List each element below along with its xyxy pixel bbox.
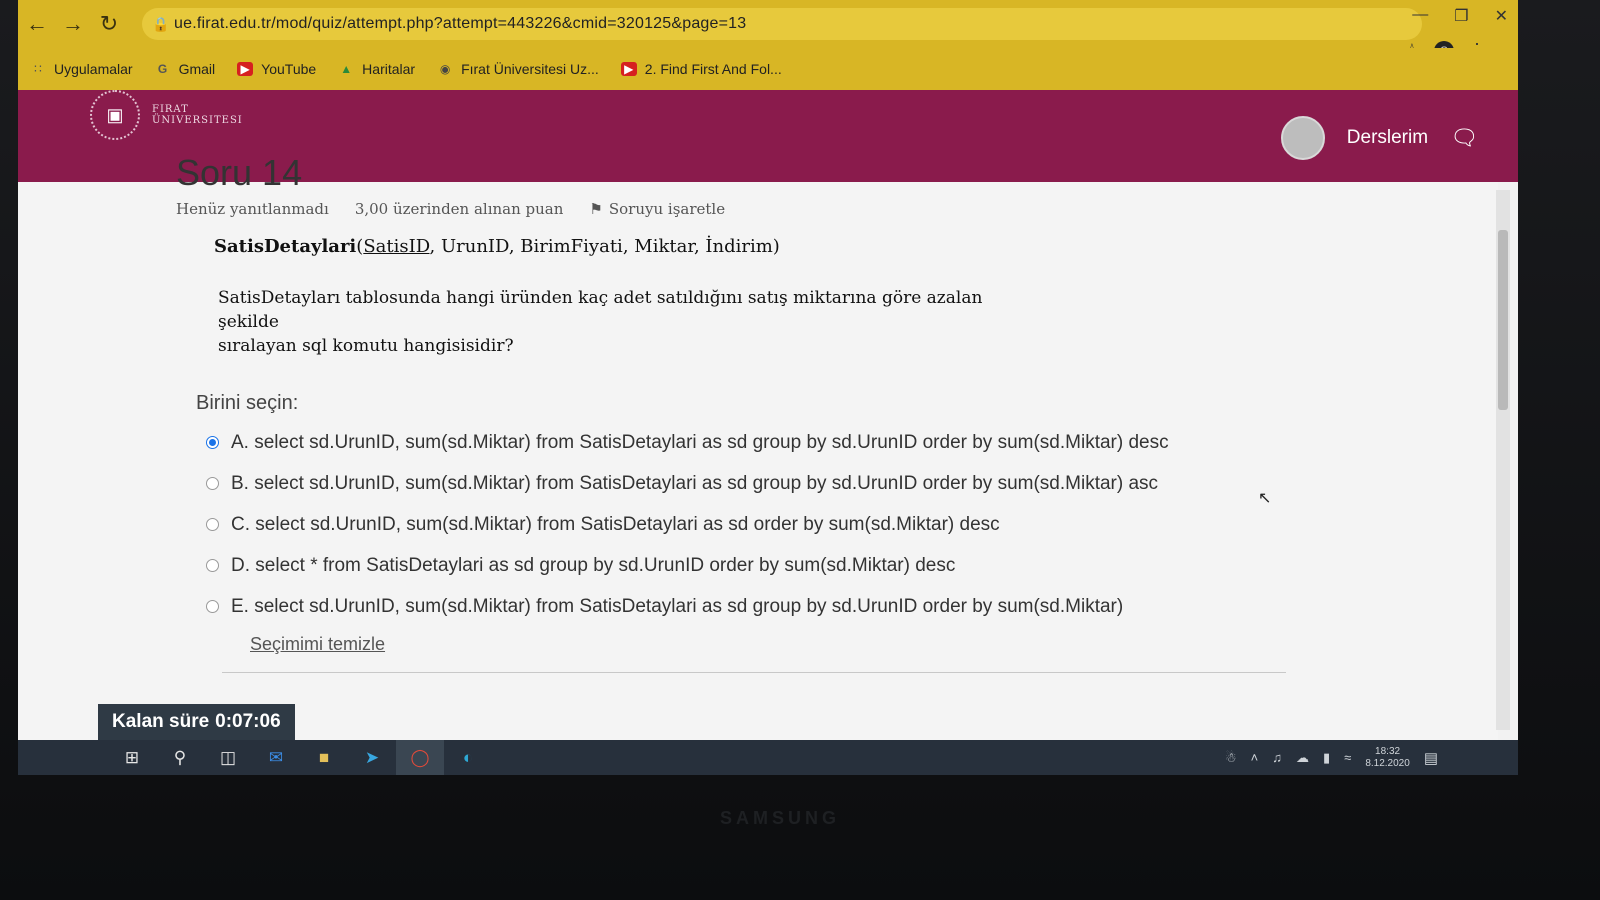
option-e[interactable]: E. select sd.UrunID, sum(sd.Miktar) from…	[206, 586, 1169, 627]
youtube-icon: ▶	[237, 62, 254, 76]
taskbar: ⊞ ⚲ ◫ ✉ ■ ➤ ◯ ◐ ☃ ˄ ♫ ☁ ▮ ≈ 18:32 8.12.2…	[18, 740, 1518, 775]
radio-c[interactable]	[206, 518, 219, 531]
radio-e[interactable]	[206, 600, 219, 613]
bookmark-youtube[interactable]: ▶ YouTube	[237, 61, 316, 77]
flag-question-link[interactable]: ⚑ Soruyu işaretle	[589, 200, 725, 218]
firat-icon: ◉	[439, 62, 451, 76]
reload-icon[interactable]: ↻	[92, 7, 126, 41]
restore-icon[interactable]: ❐	[1454, 6, 1468, 26]
chrome-icon[interactable]: ◯	[396, 740, 444, 775]
bookmarks-bar: ∷ Uygulamalar G Gmail ▶ YouTube ▲ Harita…	[18, 48, 1518, 90]
battery-icon[interactable]: ▮	[1323, 750, 1330, 766]
bookmark-gmail[interactable]: G Gmail	[155, 61, 215, 77]
close-icon[interactable]: ✕	[1495, 6, 1508, 26]
scroll-thumb[interactable]	[1498, 230, 1508, 410]
clear-selection-link[interactable]: Seçimimi temizle	[250, 634, 385, 655]
url-text: ue.firat.edu.tr/mod/quiz/attempt.php?att…	[174, 15, 747, 32]
question-points: 3,00 üzerinden alınan puan	[354, 200, 564, 218]
forward-icon[interactable]: →	[56, 7, 90, 41]
university-logo[interactable]: ▣ FIRAT ÜNIVERSITESI	[90, 90, 243, 140]
lock-icon: 🔒	[152, 15, 170, 32]
apps-grid-icon: ∷	[34, 62, 42, 76]
address-bar[interactable]: 🔒 ue.firat.edu.tr/mod/quiz/attempt.php?a…	[142, 8, 1422, 40]
avatar[interactable]	[1280, 116, 1325, 160]
window-controls: — ❐ ✕	[1412, 6, 1508, 26]
volume-icon[interactable]: ♫	[1272, 750, 1282, 765]
windows-start-icon[interactable]: ⊞	[108, 740, 156, 775]
edge-icon[interactable]: ◐	[444, 740, 492, 775]
page-scrollbar[interactable]	[1496, 190, 1510, 730]
bookmark-video[interactable]: ▶ 2. Find First And Fol...	[620, 61, 782, 77]
seal-icon: ▣	[90, 90, 140, 140]
telegram-icon[interactable]: ➤	[348, 740, 396, 775]
notification-icon[interactable]: ▤	[1424, 749, 1438, 767]
youtube-icon: ▶	[620, 62, 637, 76]
question-title: Soru 14	[176, 152, 303, 193]
quiz-content: Soru 14 Henüz yanıtlanmadı 3,00 üzerinde…	[18, 152, 1498, 742]
bookmark-maps[interactable]: ▲ Haritalar	[338, 61, 415, 77]
derslerim-link[interactable]: Derslerim	[1347, 127, 1428, 149]
option-a[interactable]: A. select sd.UrunID, sum(sd.Miktar) from…	[206, 422, 1169, 463]
bookmark-apps[interactable]: ∷ Uygulamalar	[30, 61, 132, 77]
file-explorer-icon[interactable]: ■	[300, 740, 348, 775]
option-b[interactable]: B. select sd.UrunID, sum(sd.Miktar) from…	[206, 463, 1169, 504]
back-icon[interactable]: ←	[20, 7, 54, 41]
divider	[222, 672, 1286, 673]
option-d[interactable]: D. select * from SatisDetaylari as sd gr…	[206, 545, 1169, 586]
outlook-icon[interactable]: ✉	[252, 740, 300, 775]
question-text: SatisDetayları tablosunda hangi üründen …	[218, 288, 983, 356]
radio-d[interactable]	[206, 559, 219, 572]
table-schema: SatisDetaylari(SatisID, UrunID, BirimFiy…	[214, 236, 780, 257]
messages-icon[interactable]: 🗨	[1450, 125, 1478, 151]
wifi-icon[interactable]: ≈	[1344, 750, 1351, 765]
system-tray: ☃ ˄ ♫ ☁ ▮ ≈ 18:32 8.12.2020 ▤	[1225, 740, 1438, 775]
question-meta: Henüz yanıtlanmadı 3,00 üzerinden alınan…	[176, 200, 725, 218]
browser-toolbar: ← → ↻ 🔒 ue.firat.edu.tr/mod/quiz/attempt…	[18, 0, 1518, 48]
user-menu: Derslerim 🗨	[1280, 116, 1478, 160]
time-remaining: Kalan süre 0:07:06	[98, 704, 295, 740]
monitor-brand: SAMSUNG	[720, 808, 841, 828]
mouse-cursor-icon: ↖	[1258, 490, 1272, 507]
answer-options: A. select sd.UrunID, sum(sd.Miktar) from…	[206, 422, 1169, 627]
maps-icon: ▲	[340, 62, 353, 76]
radio-a[interactable]	[206, 436, 219, 449]
bookmark-firat[interactable]: ◉ Fırat Üniversitesi Uz...	[437, 61, 599, 77]
question-status: Henüz yanıtlanmadı	[176, 200, 329, 218]
people-icon[interactable]: ☃	[1225, 750, 1237, 766]
choose-label: Birini seçin:	[196, 392, 299, 414]
radio-b[interactable]	[206, 477, 219, 490]
search-icon[interactable]: ⚲	[156, 740, 204, 775]
chevron-up-icon[interactable]: ˄	[1251, 750, 1259, 765]
clock[interactable]: 18:32 8.12.2020	[1365, 746, 1410, 770]
option-c[interactable]: C. select sd.UrunID, sum(sd.Miktar) from…	[206, 504, 1169, 545]
google-icon: G	[157, 62, 168, 76]
flag-icon: ⚑	[589, 200, 603, 218]
minimize-icon[interactable]: —	[1412, 6, 1428, 26]
cloud-icon[interactable]: ☁	[1296, 750, 1309, 766]
screen: ← → ↻ 🔒 ue.firat.edu.tr/mod/quiz/attempt…	[18, 0, 1518, 775]
task-view-icon[interactable]: ◫	[204, 740, 252, 775]
